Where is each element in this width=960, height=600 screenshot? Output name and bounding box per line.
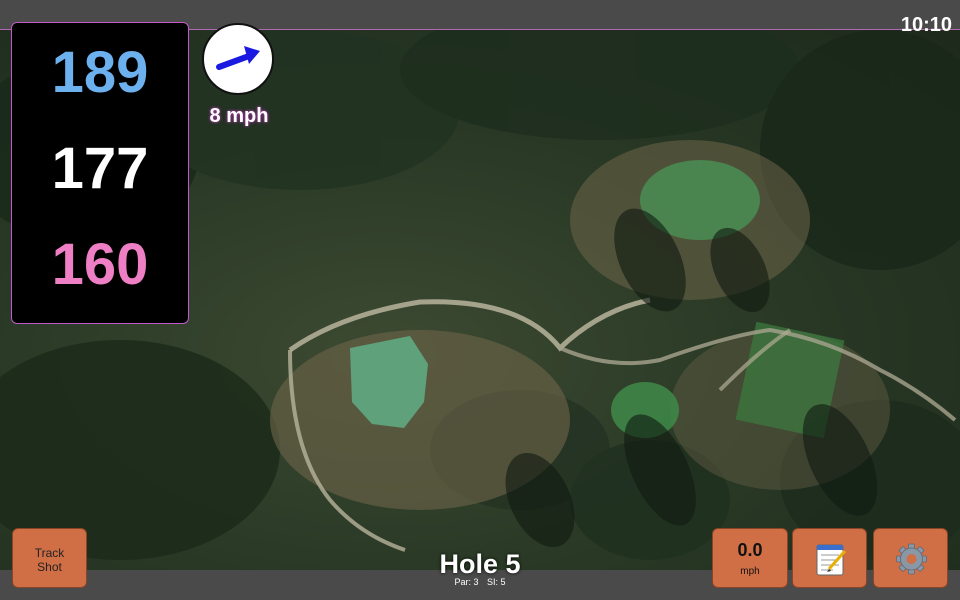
stroke-index-label: SI: 5 [487, 577, 506, 587]
back-distance: 189 [51, 40, 149, 105]
clock-time: 10:10 [900, 14, 952, 36]
wind-direction-dial [202, 23, 274, 95]
notes-button[interactable] [792, 528, 867, 588]
track-shot-label-line2: Shot [37, 560, 62, 574]
speed-button[interactable]: 0.0 mph [712, 528, 788, 588]
speed-unit: mph [740, 566, 760, 577]
track-shot-button[interactable]: Track Shot [12, 528, 87, 588]
notepad-icon [816, 544, 847, 576]
speed-value: 0.0 [737, 540, 763, 560]
gear-icon [896, 543, 927, 575]
front-distance: 160 [51, 232, 149, 297]
wind-speed-label: 8 mph [209, 105, 269, 127]
hole-info: Par: 3 SI: 5 [380, 577, 580, 587]
par-label: Par: 3 [454, 577, 479, 587]
hole-title: Hole 5 [439, 549, 521, 579]
track-shot-label-line1: Track [34, 546, 65, 560]
golf-gps-app: 10:10 189 177 160 8 mph Track Shot Hole … [0, 0, 960, 600]
arrow-icon [216, 46, 260, 70]
middle-distance: 177 [51, 136, 149, 201]
settings-button[interactable] [873, 528, 948, 588]
distance-panel: 189 177 160 [11, 22, 189, 324]
